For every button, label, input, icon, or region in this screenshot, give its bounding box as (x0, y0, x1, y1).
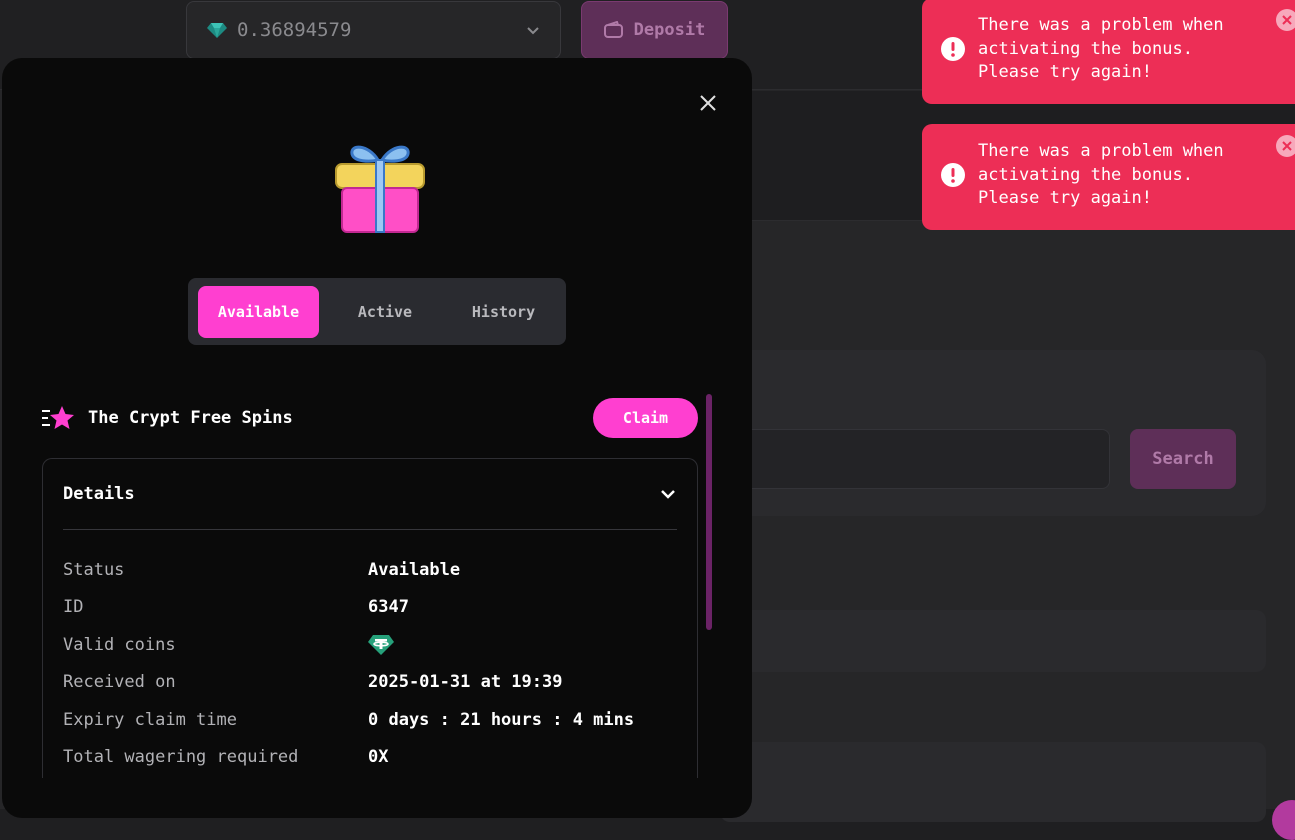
scrollbar[interactable] (706, 394, 712, 630)
star-icon (42, 405, 76, 431)
wallet-icon (604, 21, 624, 39)
details-row-id: ID 6347 (63, 589, 677, 627)
promo-title: The Crypt Free Spins (88, 408, 293, 428)
row-key: Expiry claim time (63, 710, 368, 730)
toast-message: There was a problem when activating the … (978, 14, 1258, 85)
details-row-received: Received on 2025-01-31 at 19:39 (63, 664, 677, 702)
row-key: Total wagering required (63, 747, 368, 767)
error-toast: There was a problem when activating the … (922, 0, 1295, 104)
details-row-valid-coins: Valid coins (63, 626, 677, 664)
chevron-down-icon (526, 23, 540, 37)
bonus-modal: Available Active History The Crypt Free … (2, 58, 752, 818)
background-card (720, 610, 1266, 672)
claim-button[interactable]: Claim (593, 398, 698, 438)
row-value: 0X (368, 747, 388, 767)
background-card (720, 742, 1266, 822)
deposit-label: Deposit (634, 20, 706, 40)
close-icon[interactable] (696, 91, 720, 115)
details-row-expiry: Expiry claim time 0 days : 21 hours : 4 … (63, 701, 677, 739)
toast-message: There was a problem when activating the … (978, 140, 1258, 211)
row-key: Status (63, 560, 368, 580)
row-value: 0 days : 21 hours : 4 mins (368, 710, 634, 730)
alert-icon (940, 36, 966, 62)
tether-icon (368, 634, 394, 656)
promo-row: The Crypt Free Spins Claim (42, 398, 698, 438)
row-key: Valid coins (63, 635, 368, 655)
background-search-input[interactable] (740, 429, 1110, 489)
close-icon[interactable] (1275, 8, 1295, 32)
error-toast: There was a problem when activating the … (922, 124, 1295, 230)
gift-icon (332, 138, 428, 238)
details-header[interactable]: Details (63, 459, 677, 530)
alert-icon (940, 162, 966, 188)
row-value: 2025-01-31 at 19:39 (368, 672, 562, 692)
row-value: 6347 (368, 597, 409, 617)
background-search-button[interactable]: Search (1130, 429, 1236, 489)
balance-selector[interactable]: 0.36894579 (186, 1, 561, 59)
chevron-down-icon[interactable] (659, 485, 677, 503)
tab-active[interactable]: Active (319, 286, 451, 338)
details-title: Details (63, 484, 135, 504)
details-row-wagering: Total wagering required 0X (63, 739, 677, 777)
balance-value: 0.36894579 (237, 19, 351, 41)
details-row-status: Status Available (63, 551, 677, 589)
row-value: Available (368, 560, 460, 580)
details-rows: Status Available ID 6347 Valid coins Rec… (63, 551, 677, 776)
deposit-button[interactable]: Deposit (581, 1, 728, 59)
tab-available[interactable]: Available (198, 286, 319, 338)
details-panel: Details Status Available ID 6347 Valid c… (42, 458, 698, 778)
row-key: ID (63, 597, 368, 617)
row-key: Received on (63, 672, 368, 692)
bonus-tabs: Available Active History (188, 278, 566, 345)
close-icon[interactable] (1275, 134, 1295, 158)
tab-history[interactable]: History (451, 286, 556, 338)
diamond-icon (207, 22, 227, 38)
